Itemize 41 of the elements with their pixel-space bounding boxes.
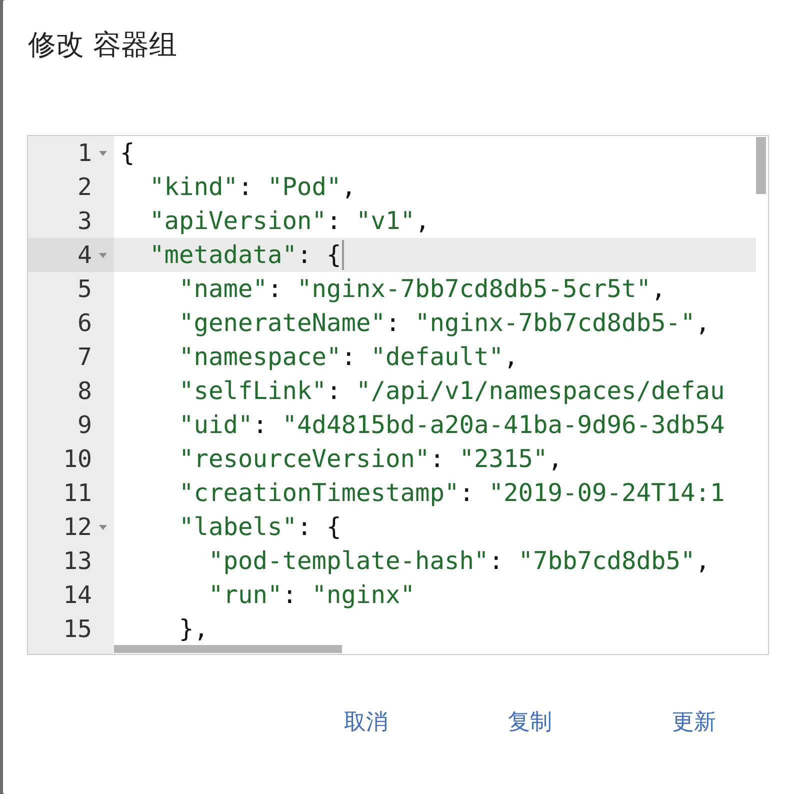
line-number: 14	[63, 580, 92, 610]
vertical-scrollbar[interactable]	[756, 137, 766, 194]
code-line: "apiVersion": "v1",	[148, 206, 430, 236]
code-line: "generateName": "nginx-7bb7cd8db5-",	[178, 308, 710, 338]
line-number: 3	[78, 206, 92, 236]
line-number: 4	[78, 240, 92, 270]
line-number: 9	[78, 410, 92, 440]
line-number: 10	[63, 444, 92, 474]
code-line: "selfLink": "/api/v1/namespaces/defau	[178, 376, 725, 406]
line-number: 13	[63, 546, 92, 576]
code-line: "metadata": {	[148, 240, 342, 270]
code-line: "uid": "4d4815bd-a20a-41ba-9d96-3db54	[178, 410, 725, 440]
line-number: 1	[78, 138, 92, 168]
text-cursor	[342, 240, 344, 270]
code-line: "creationTimestamp": "2019-09-24T14:1	[178, 478, 725, 508]
line-number: 6	[78, 308, 92, 338]
code-editor[interactable]	[27, 135, 769, 655]
line-number: 5	[78, 274, 92, 304]
code-line: "run": "nginx"	[208, 580, 416, 610]
code-line: "kind": "Pod",	[148, 172, 356, 202]
line-number: 7	[78, 342, 92, 372]
code-line: "namespace": "default",	[178, 342, 518, 372]
line-number: 11	[63, 478, 92, 508]
fold-caret-icon[interactable]	[99, 150, 107, 156]
code-line: {	[120, 138, 135, 168]
line-number: 8	[78, 376, 92, 406]
code-line: },	[178, 614, 209, 644]
code-line: "resourceVersion": "2315",	[178, 444, 563, 474]
line-number: 12	[63, 512, 92, 542]
code-line: "pod-template-hash": "7bb7cd8db5",	[208, 546, 710, 576]
fold-caret-icon[interactable]	[99, 524, 107, 530]
dialog-button[interactable]: 复制	[500, 703, 560, 741]
code-line: "labels": {	[178, 512, 342, 542]
dialog-title: 修改 容器组	[28, 27, 178, 63]
dialog-button[interactable]: 更新	[664, 703, 724, 741]
code-line: "name": "nginx-7bb7cd8db5-5cr5t",	[178, 274, 666, 304]
dialog-button[interactable]: 取消	[336, 703, 396, 741]
line-number: 15	[63, 614, 92, 644]
fold-caret-icon[interactable]	[99, 252, 107, 258]
line-number: 2	[78, 172, 92, 202]
horizontal-scrollbar[interactable]	[114, 645, 342, 653]
